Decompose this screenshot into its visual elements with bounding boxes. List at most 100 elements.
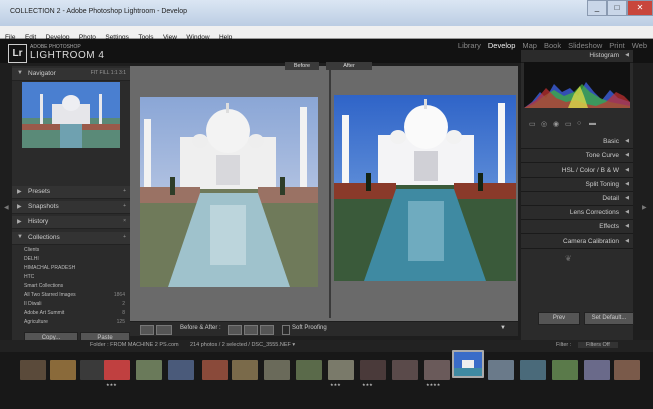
adjustment-brush-icon[interactable]: ▬ [589, 120, 596, 127]
filmstrip-thumbnail[interactable] [232, 360, 258, 380]
before-label: Before [285, 62, 319, 70]
minimize-button[interactable]: _ [587, 0, 607, 16]
collection-item[interactable]: II Diwali 2 [24, 301, 128, 309]
collection-item[interactable]: HIMACHAL PRADESH [24, 265, 128, 273]
filmstrip-thumbnail[interactable] [202, 360, 228, 380]
swap-before-after-button[interactable] [260, 325, 274, 335]
clear-history-icon[interactable]: × [123, 218, 126, 224]
panel-camera-calibration[interactable]: Camera Calibration ◀ [521, 236, 633, 249]
panel-detail[interactable]: Detail ◀ [521, 193, 633, 206]
graduated-filter-icon[interactable]: ▭ [565, 120, 572, 128]
collections-header[interactable]: ▼ Collections + [12, 232, 130, 245]
left-panel: ▼ Navigator FIT FILL 1:1 3:1 ▶ Presets +… [12, 66, 130, 344]
expand-triangle-icon: ◀ [625, 195, 629, 201]
navigator-header[interactable]: ▼ Navigator FIT FILL 1:1 3:1 [12, 68, 130, 81]
filmstrip-thumbnail[interactable] [584, 360, 610, 380]
zoom-options[interactable]: FIT FILL 1:1 3:1 [91, 70, 126, 76]
expand-triangle-icon: ◀ [625, 138, 629, 144]
filmstrip-thumbnail[interactable] [614, 360, 640, 380]
filmstrip-thumbnail[interactable] [80, 360, 106, 380]
filter-select[interactable]: Filters Off [578, 342, 618, 348]
filmstrip-thumbnail[interactable] [360, 360, 386, 380]
filmstrip-thumbnail[interactable] [168, 360, 194, 380]
module-develop[interactable]: Develop [488, 41, 516, 50]
filmstrip-thumbnail[interactable] [552, 360, 578, 380]
window-title: COLLECTION 2 - Adobe Photoshop Lightroom… [10, 8, 188, 15]
module-map[interactable]: Map [522, 41, 537, 50]
history-header[interactable]: ▶ History × [12, 216, 130, 229]
histogram-chart[interactable] [524, 62, 630, 108]
filmstrip-thumbnail[interactable] [488, 360, 514, 380]
panel-hsl[interactable]: HSL / Color / B & W ◀ [521, 165, 633, 178]
module-slideshow[interactable]: Slideshow [568, 41, 602, 50]
filmstrip-thumbnail[interactable] [520, 360, 546, 380]
collapse-triangle-icon: ▼ [17, 70, 23, 76]
add-snapshot-icon[interactable]: + [123, 203, 126, 209]
loupe-view-button[interactable] [140, 325, 154, 335]
after-photo[interactable] [334, 95, 516, 281]
module-book[interactable]: Book [544, 41, 561, 50]
radial-filter-icon[interactable]: ○ [577, 120, 581, 127]
copy-before-to-after-button[interactable] [228, 325, 242, 335]
collection-item[interactable]: All Two Starred Images 1864 [24, 292, 128, 300]
filmstrip-thumbnail[interactable] [136, 360, 162, 380]
right-panel-toggle-icon[interactable]: ▶ [642, 204, 647, 211]
module-web[interactable]: Web [632, 41, 647, 50]
set-default-button[interactable]: Set Default... [584, 312, 634, 325]
collection-item[interactable]: Smart Collections [24, 283, 128, 291]
star-rating: ★★★ [330, 382, 341, 387]
title-bar[interactable]: COLLECTION 2 - Adobe Photoshop Lightroom… [0, 0, 653, 28]
filmstrip-thumbnail[interactable] [50, 360, 76, 380]
collections-title: Collections [28, 234, 60, 241]
crop-icon[interactable]: ▭ [529, 120, 536, 128]
maximize-button[interactable]: □ [607, 0, 627, 16]
star-rating: ★★★ [106, 382, 117, 387]
add-preset-icon[interactable]: + [123, 188, 126, 194]
panel-lens-corrections[interactable]: Lens Corrections ◀ [521, 207, 633, 220]
before-after-label: Before & After : [180, 325, 221, 331]
history-title: History [28, 218, 49, 225]
copy-after-to-before-button[interactable] [244, 325, 258, 335]
expand-triangle-icon: ◀ [625, 238, 629, 244]
red-eye-icon[interactable]: ◉ [553, 120, 559, 128]
filmstrip-thumbnail[interactable] [20, 360, 46, 380]
navigator-title: Navigator [28, 70, 56, 77]
panel-tone-curve[interactable]: Tone Curve ◀ [521, 150, 633, 163]
close-button[interactable]: ✕ [627, 0, 653, 16]
before-after-view-button[interactable] [156, 325, 172, 335]
filmstrip-thumbnail[interactable] [264, 360, 290, 380]
left-panel-toggle-icon[interactable]: ◀ [4, 204, 9, 211]
filmstrip-thumbnail[interactable] [296, 360, 322, 380]
panel-effects[interactable]: Effects ◀ [521, 221, 633, 234]
navigator-preview[interactable] [22, 82, 120, 148]
folder-path[interactable]: Folder : FROM MACHINE 2 PS.com [90, 342, 179, 348]
tool-strip: ▭ ◎ ◉ ▭ ○ ▬ [529, 120, 625, 130]
collection-item[interactable]: Adobe Art Summit 8 [24, 310, 128, 318]
module-library[interactable]: Library [458, 41, 481, 50]
module-picker: Library Develop Map Book Slideshow Print… [451, 41, 647, 50]
spot-removal-icon[interactable]: ◎ [541, 120, 547, 128]
toolbar-menu-chevron-icon[interactable]: ▼ [500, 325, 506, 331]
filmstrip-thumbnail-selected[interactable] [452, 350, 484, 378]
filmstrip-header: Folder : FROM MACHINE 2 PS.com 214 photo… [0, 340, 653, 352]
filmstrip-thumbnail[interactable] [104, 360, 130, 380]
panel-split-toning[interactable]: Split Toning ◀ [521, 179, 633, 192]
soft-proofing-checkbox[interactable] [282, 325, 290, 335]
collection-item[interactable]: Clients [24, 247, 128, 255]
prev-button[interactable]: Prev [538, 312, 580, 325]
before-photo[interactable] [140, 97, 318, 287]
menu-bar: File Edit Develop Photo Settings Tools V… [0, 26, 653, 41]
panel-basic[interactable]: Basic ◀ [521, 136, 633, 149]
presets-header[interactable]: ▶ Presets + [12, 186, 130, 199]
add-collection-icon[interactable]: + [123, 234, 126, 240]
collection-item[interactable]: HTC [24, 274, 128, 282]
selection-info[interactable]: 214 photos / 2 selected / DSC_3555.NEF ▾ [190, 342, 295, 348]
filmstrip-thumbnail[interactable] [328, 360, 354, 380]
filmstrip-thumbnail[interactable] [424, 360, 450, 380]
collection-item[interactable]: Agriculture 125 [24, 319, 128, 327]
filmstrip-thumbnail[interactable] [392, 360, 418, 380]
expand-triangle-icon: ◀ [625, 181, 629, 187]
snapshots-header[interactable]: ▶ Snapshots + [12, 201, 130, 214]
collection-item[interactable]: DELHI [24, 256, 128, 264]
module-print[interactable]: Print [609, 41, 624, 50]
